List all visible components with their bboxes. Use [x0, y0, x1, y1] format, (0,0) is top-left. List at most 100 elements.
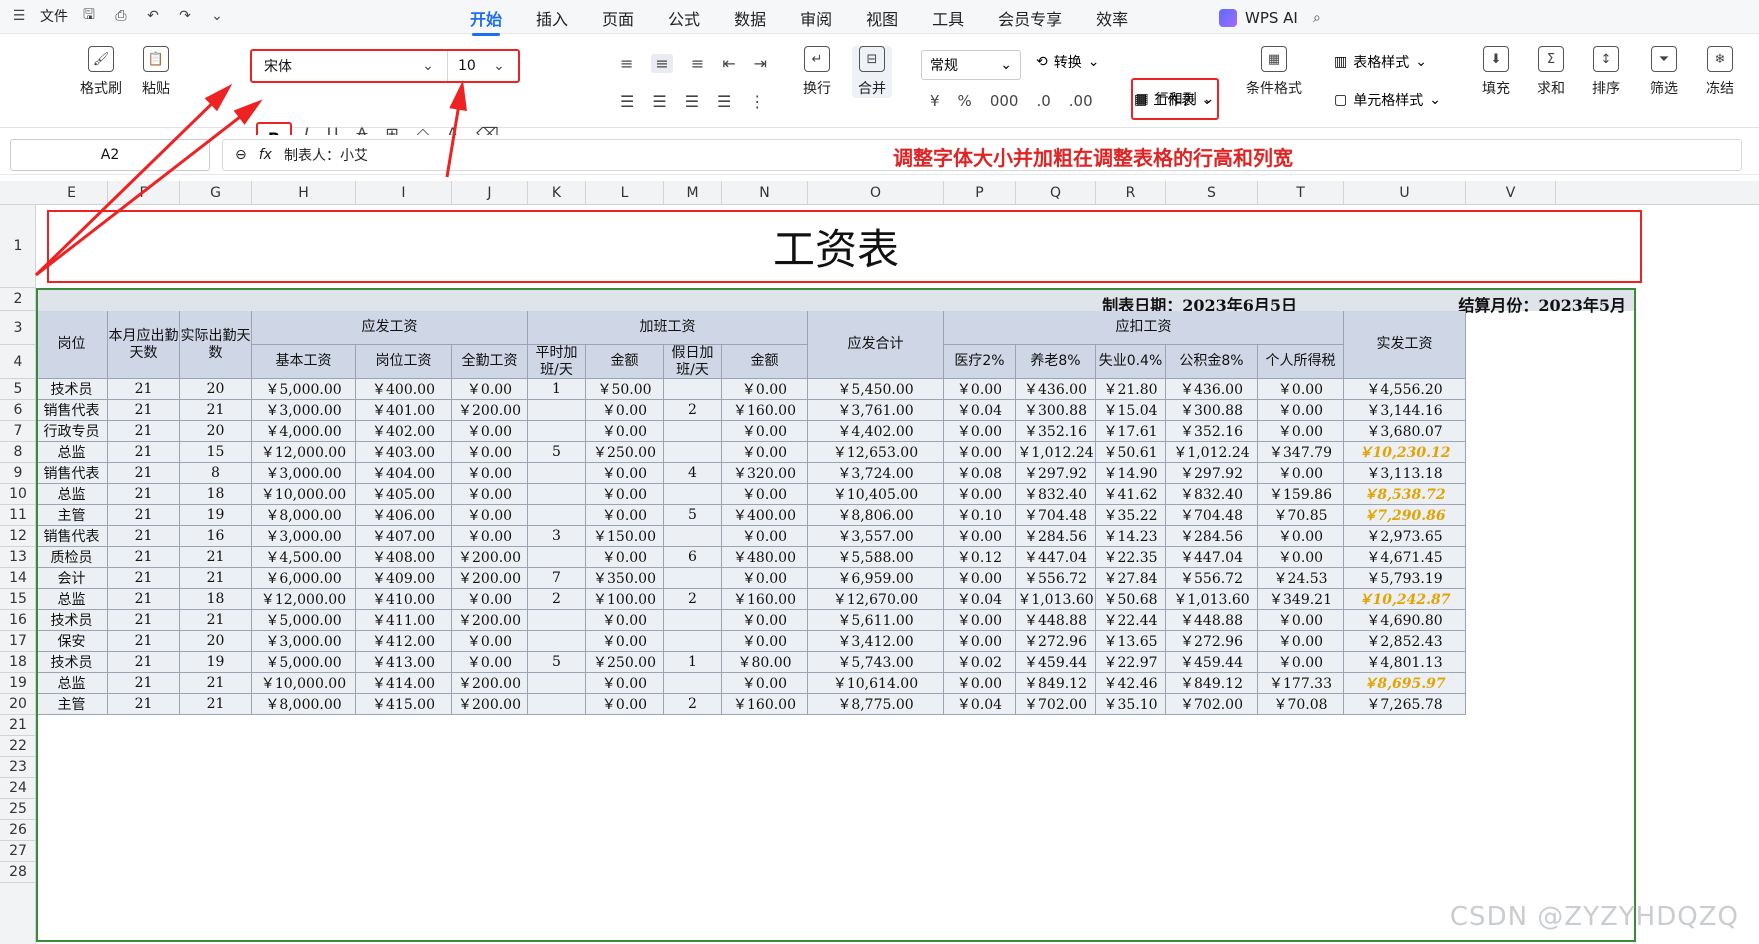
table-cell[interactable]: ￥7,290.86: [1344, 505, 1466, 526]
table-cell[interactable]: 6: [664, 547, 722, 568]
table-cell[interactable]: 21: [108, 463, 180, 484]
search-icon[interactable]: ⌕: [1306, 7, 1328, 29]
header-amount-2[interactable]: 金额: [722, 345, 808, 379]
table-cell[interactable]: ￥3,000.00: [252, 463, 356, 484]
table-cell[interactable]: ￥0.00: [586, 673, 664, 694]
indent-decrease-icon[interactable]: ⇤: [722, 54, 735, 73]
table-cell[interactable]: ￥8,000.00: [252, 505, 356, 526]
table-cell[interactable]: ￥200.00: [452, 673, 528, 694]
table-cell[interactable]: ￥6,959.00: [808, 568, 944, 589]
table-cell[interactable]: ￥70.08: [1258, 694, 1344, 715]
table-cell[interactable]: ￥447.04: [1016, 547, 1096, 568]
paste-button[interactable]: 📋 粘贴: [142, 46, 170, 98]
row-header-9[interactable]: 9: [0, 463, 36, 484]
table-cell[interactable]: ￥300.88: [1016, 400, 1096, 421]
table-cell[interactable]: ￥12,670.00: [808, 589, 944, 610]
table-cell[interactable]: ￥406.00: [356, 505, 452, 526]
table-cell[interactable]: 4: [664, 463, 722, 484]
table-cell[interactable]: ￥4,671.45: [1344, 547, 1466, 568]
table-cell[interactable]: 7: [528, 568, 586, 589]
worksheet-button[interactable]: ▤ 工作表 ⌄: [1134, 90, 1213, 110]
table-cell[interactable]: ￥21.80: [1096, 379, 1166, 400]
table-cell[interactable]: 21: [108, 547, 180, 568]
table-cell[interactable]: ￥297.92: [1016, 463, 1096, 484]
table-cell[interactable]: ￥13.65: [1096, 631, 1166, 652]
table-cell[interactable]: ￥556.72: [1016, 568, 1096, 589]
table-cell[interactable]: [664, 442, 722, 463]
table-cell[interactable]: ￥0.00: [944, 484, 1016, 505]
table-cell[interactable]: ￥0.04: [944, 400, 1016, 421]
table-cell[interactable]: ￥5,588.00: [808, 547, 944, 568]
menu-icon[interactable]: ☰: [8, 5, 30, 27]
table-cell[interactable]: 2: [664, 400, 722, 421]
table-cell[interactable]: ￥849.12: [1166, 673, 1258, 694]
merge-button[interactable]: ⊟ 合并: [852, 46, 892, 98]
table-cell[interactable]: ￥8,000.00: [252, 694, 356, 715]
table-cell[interactable]: ￥27.84: [1096, 568, 1166, 589]
align-center-icon[interactable]: ☰: [652, 92, 666, 111]
font-name-select[interactable]: 宋体 ⌄: [252, 51, 448, 81]
table-cell[interactable]: ￥400.00: [722, 505, 808, 526]
column-header-o[interactable]: O: [808, 181, 944, 205]
table-cell[interactable]: ￥5,743.00: [808, 652, 944, 673]
table-cell[interactable]: [528, 484, 586, 505]
table-cell[interactable]: ￥12,000.00: [252, 589, 356, 610]
column-header-e[interactable]: E: [36, 181, 108, 205]
table-cell[interactable]: ￥8,695.97: [1344, 673, 1466, 694]
table-cell[interactable]: ￥350.00: [586, 568, 664, 589]
table-cell[interactable]: 21: [180, 547, 252, 568]
table-cell[interactable]: 2: [664, 694, 722, 715]
table-cell[interactable]: [528, 694, 586, 715]
table-cell[interactable]: ￥0.00: [1258, 610, 1344, 631]
row-header-11[interactable]: 11: [0, 505, 36, 526]
align-middle-icon[interactable]: ≡: [651, 54, 673, 73]
table-cell[interactable]: ￥284.56: [1016, 526, 1096, 547]
row-header-24[interactable]: 24: [0, 778, 36, 799]
table-cell[interactable]: ￥411.00: [356, 610, 452, 631]
table-cell[interactable]: ￥200.00: [452, 610, 528, 631]
table-cell[interactable]: ￥0.00: [944, 379, 1016, 400]
table-cell[interactable]: ￥0.00: [452, 505, 528, 526]
row-header-22[interactable]: 22: [0, 736, 36, 757]
table-cell[interactable]: ￥447.04: [1166, 547, 1258, 568]
chevron-down-icon[interactable]: ⌄: [206, 5, 228, 27]
column-header-m[interactable]: M: [664, 181, 722, 205]
tab-9[interactable]: 效率: [1096, 6, 1128, 30]
table-cell[interactable]: [664, 673, 722, 694]
table-cell[interactable]: ￥413.00: [356, 652, 452, 673]
number-format-select[interactable]: 常规 ⌄: [921, 50, 1021, 80]
align-right-icon[interactable]: ☰: [685, 92, 699, 111]
undo-icon[interactable]: ↶: [142, 5, 164, 27]
table-cell[interactable]: ￥0.04: [944, 694, 1016, 715]
header-payable[interactable]: 应发工资: [252, 311, 528, 345]
table-cell[interactable]: ￥0.00: [586, 694, 664, 715]
increase-decimal-icon[interactable]: .0: [1036, 92, 1050, 110]
table-cell[interactable]: 技术员: [36, 652, 108, 673]
table-cell[interactable]: ￥0.00: [586, 610, 664, 631]
table-cell[interactable]: ￥0.00: [586, 463, 664, 484]
table-cell[interactable]: [528, 400, 586, 421]
table-cell[interactable]: ￥22.35: [1096, 547, 1166, 568]
column-header-p[interactable]: P: [944, 181, 1016, 205]
table-cell[interactable]: ￥0.12: [944, 547, 1016, 568]
table-cell[interactable]: ￥414.00: [356, 673, 452, 694]
sort-button[interactable]: ↕ 排序: [1592, 46, 1620, 98]
table-cell[interactable]: 21: [180, 673, 252, 694]
row-header-13[interactable]: 13: [0, 547, 36, 568]
wrap-button[interactable]: ↵ 换行: [803, 46, 831, 98]
table-cell[interactable]: 21: [108, 694, 180, 715]
indent-increase-icon[interactable]: ⇥: [754, 54, 767, 73]
redo-icon[interactable]: ↷: [174, 5, 196, 27]
table-cell[interactable]: 销售代表: [36, 400, 108, 421]
table-cell[interactable]: ￥0.00: [586, 400, 664, 421]
header-pension[interactable]: 养老8%: [1016, 345, 1096, 379]
table-cell[interactable]: ￥448.88: [1166, 610, 1258, 631]
table-cell[interactable]: ￥250.00: [586, 442, 664, 463]
table-cell[interactable]: ￥4,690.80: [1344, 610, 1466, 631]
table-cell[interactable]: ￥2,973.65: [1344, 526, 1466, 547]
table-cell[interactable]: 总监: [36, 484, 108, 505]
align-top-icon[interactable]: ≡: [620, 54, 633, 73]
row-header-1[interactable]: 1: [0, 205, 36, 288]
table-cell[interactable]: ￥0.00: [944, 568, 1016, 589]
header-unemployment[interactable]: 失业0.4%: [1096, 345, 1166, 379]
